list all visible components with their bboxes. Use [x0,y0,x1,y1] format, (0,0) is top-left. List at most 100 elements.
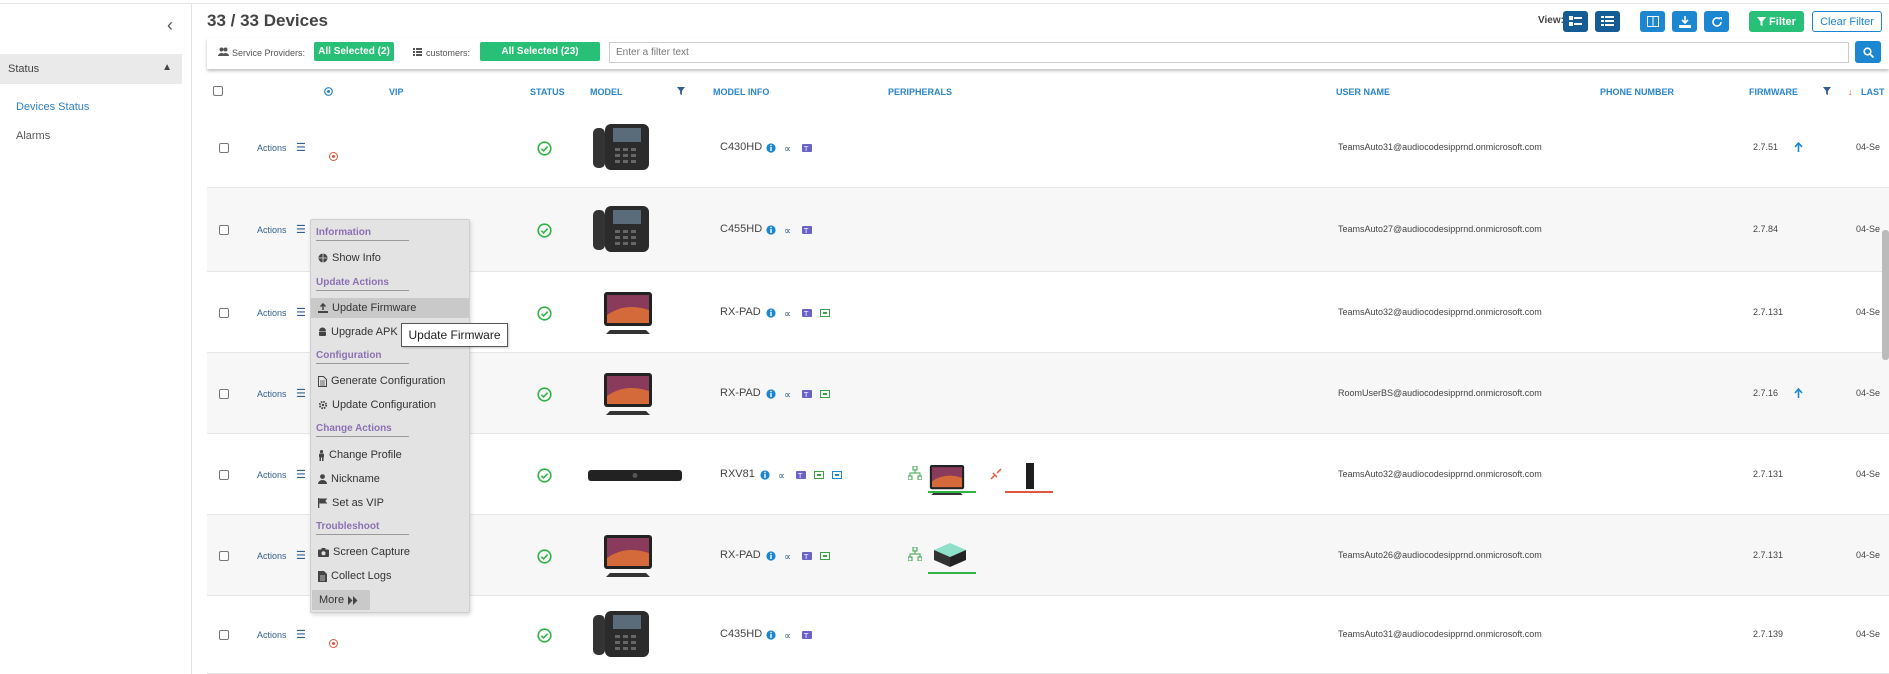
table-row[interactable]: Actions ☰ C430HD ∝ T TeamsAuto31@audiocodesip… [207,108,1889,188]
vertical-scrollbar[interactable] [1882,230,1889,360]
room-icon[interactable] [832,470,842,480]
customers-select[interactable]: All Selected (23) [480,42,600,61]
row-actions-button[interactable]: Actions [257,389,287,399]
columns-button[interactable] [1640,11,1665,32]
row-checkbox[interactable] [219,551,229,561]
firmware-upgrade-arrow-icon[interactable] [1794,388,1803,398]
filter-button[interactable]: Filter [1749,11,1804,32]
link-icon[interactable]: ∝ [778,470,788,480]
hamburger-menu-icon[interactable]: ☰ [296,468,306,481]
teams-icon[interactable]: T [802,551,812,561]
list-view-button[interactable] [1595,11,1620,32]
info-icon[interactable] [766,308,776,318]
column-header-user-name[interactable]: USER NAME [1336,87,1390,97]
firmware-upgrade-arrow-icon[interactable] [1794,142,1803,152]
search-button[interactable] [1855,41,1881,63]
screen-icon[interactable] [820,551,830,561]
hamburger-menu-icon[interactable]: ☰ [296,141,306,154]
column-header-last[interactable]: LAST [1861,87,1885,97]
select-all-checkbox[interactable] [213,86,223,96]
link-icon[interactable]: ∝ [784,630,794,640]
row-actions-button[interactable]: Actions [257,551,287,561]
link-icon[interactable]: ∝ [784,308,794,318]
sort-desc-icon[interactable]: ↓ [1848,87,1853,97]
filter-text-input[interactable] [609,42,1849,63]
info-icon[interactable] [766,225,776,235]
menu-item-collect-logs[interactable]: Collect Logs [311,566,469,586]
column-header-status[interactable]: STATUS [530,87,565,97]
firmware-filter-icon[interactable] [1823,87,1831,95]
screen-icon[interactable] [820,308,830,318]
export-button[interactable] [1672,11,1697,32]
row-actions-button[interactable]: Actions [257,308,287,318]
menu-more-button[interactable]: More [312,590,370,610]
menu-item-show-info[interactable]: Show Info [311,248,469,268]
link-icon[interactable]: ∝ [784,225,794,235]
teams-icon[interactable]: T [802,630,812,640]
hamburger-menu-icon[interactable]: ☰ [296,387,306,400]
info-icon[interactable] [760,470,770,480]
collapse-sidebar-icon[interactable]: ‹ [160,16,180,36]
menu-item-nickname[interactable]: Nickname [311,469,469,489]
peripheral-hub-image[interactable] [930,540,970,570]
menu-item-label: Nickname [331,473,380,485]
hamburger-menu-icon[interactable]: ☰ [296,223,306,236]
card-view-button[interactable] [1563,11,1588,32]
row-actions-button[interactable]: Actions [257,470,287,480]
hamburger-menu-icon[interactable]: ☰ [296,306,306,319]
teams-icon[interactable]: T [802,389,812,399]
column-header-model[interactable]: MODEL [590,87,623,97]
service-providers-select[interactable]: All Selected (2) [314,42,394,61]
row-checkbox[interactable] [219,225,229,235]
column-header-vip[interactable]: VIP [389,87,404,97]
menu-item-screen-capture[interactable]: Screen Capture [311,542,469,562]
column-header-phone-number[interactable]: PHONE NUMBER [1600,87,1674,97]
svg-text:∝: ∝ [784,390,791,399]
teams-icon[interactable]: T [802,308,812,318]
model-filter-icon[interactable] [677,87,685,95]
screen-icon[interactable] [814,470,824,480]
row-checkbox[interactable] [219,389,229,399]
svg-text:T: T [803,553,809,561]
row-actions-button[interactable]: Actions [257,630,287,640]
info-icon[interactable] [766,630,776,640]
info-icon[interactable] [766,551,776,561]
teams-icon[interactable]: T [802,143,812,153]
row-model-name: RX-PAD [720,549,761,561]
row-user-name: TeamsAuto32@audiocodesipprnd.onmicrosoft… [1338,469,1542,479]
row-checkbox[interactable] [219,143,229,153]
clear-filter-button[interactable]: Clear Filter [1812,11,1882,32]
peripheral-compute-image[interactable] [1026,463,1034,489]
screen-icon[interactable] [820,389,830,399]
refresh-button[interactable] [1704,11,1729,32]
link-icon[interactable]: ∝ [784,551,794,561]
row-model-name: RX-PAD [720,306,761,318]
teams-icon[interactable]: T [796,470,806,480]
sidebar-item-devices-status[interactable]: Devices Status [16,101,89,113]
peripheral-pad-image[interactable] [927,457,967,508]
hamburger-menu-icon[interactable]: ☰ [296,628,306,641]
row-checkbox[interactable] [219,470,229,480]
info-icon[interactable] [766,389,776,399]
menu-item-set-as-vip[interactable]: Set as VIP [311,493,469,513]
hamburger-menu-icon[interactable]: ☰ [296,549,306,562]
page-title: 33 / 33 Devices [207,11,328,30]
sidebar-item-alarms[interactable]: Alarms [16,130,50,142]
menu-item-update-configuration[interactable]: Update Configuration [311,395,469,415]
menu-item-update-firmware[interactable]: Update Firmware [311,298,469,318]
row-checkbox[interactable] [219,630,229,640]
menu-item-generate-configuration[interactable]: Generate Configuration [311,371,469,391]
menu-item-change-profile[interactable]: Change Profile [311,445,469,465]
row-actions-button[interactable]: Actions [257,225,287,235]
sidebar-section-status[interactable]: Status ▲ [0,54,182,84]
column-header-peripherals[interactable]: PERIPHERALS [888,87,952,97]
teams-icon[interactable]: T [802,225,812,235]
row-checkbox[interactable] [219,308,229,318]
column-header-firmware[interactable]: FIRMWARE [1749,87,1798,97]
info-icon[interactable] [766,143,776,153]
link-icon[interactable]: ∝ [784,389,794,399]
column-header-model-info[interactable]: MODEL INFO [713,87,769,97]
top-border [0,0,1889,4]
link-icon[interactable]: ∝ [784,143,794,153]
row-actions-button[interactable]: Actions [257,143,287,153]
